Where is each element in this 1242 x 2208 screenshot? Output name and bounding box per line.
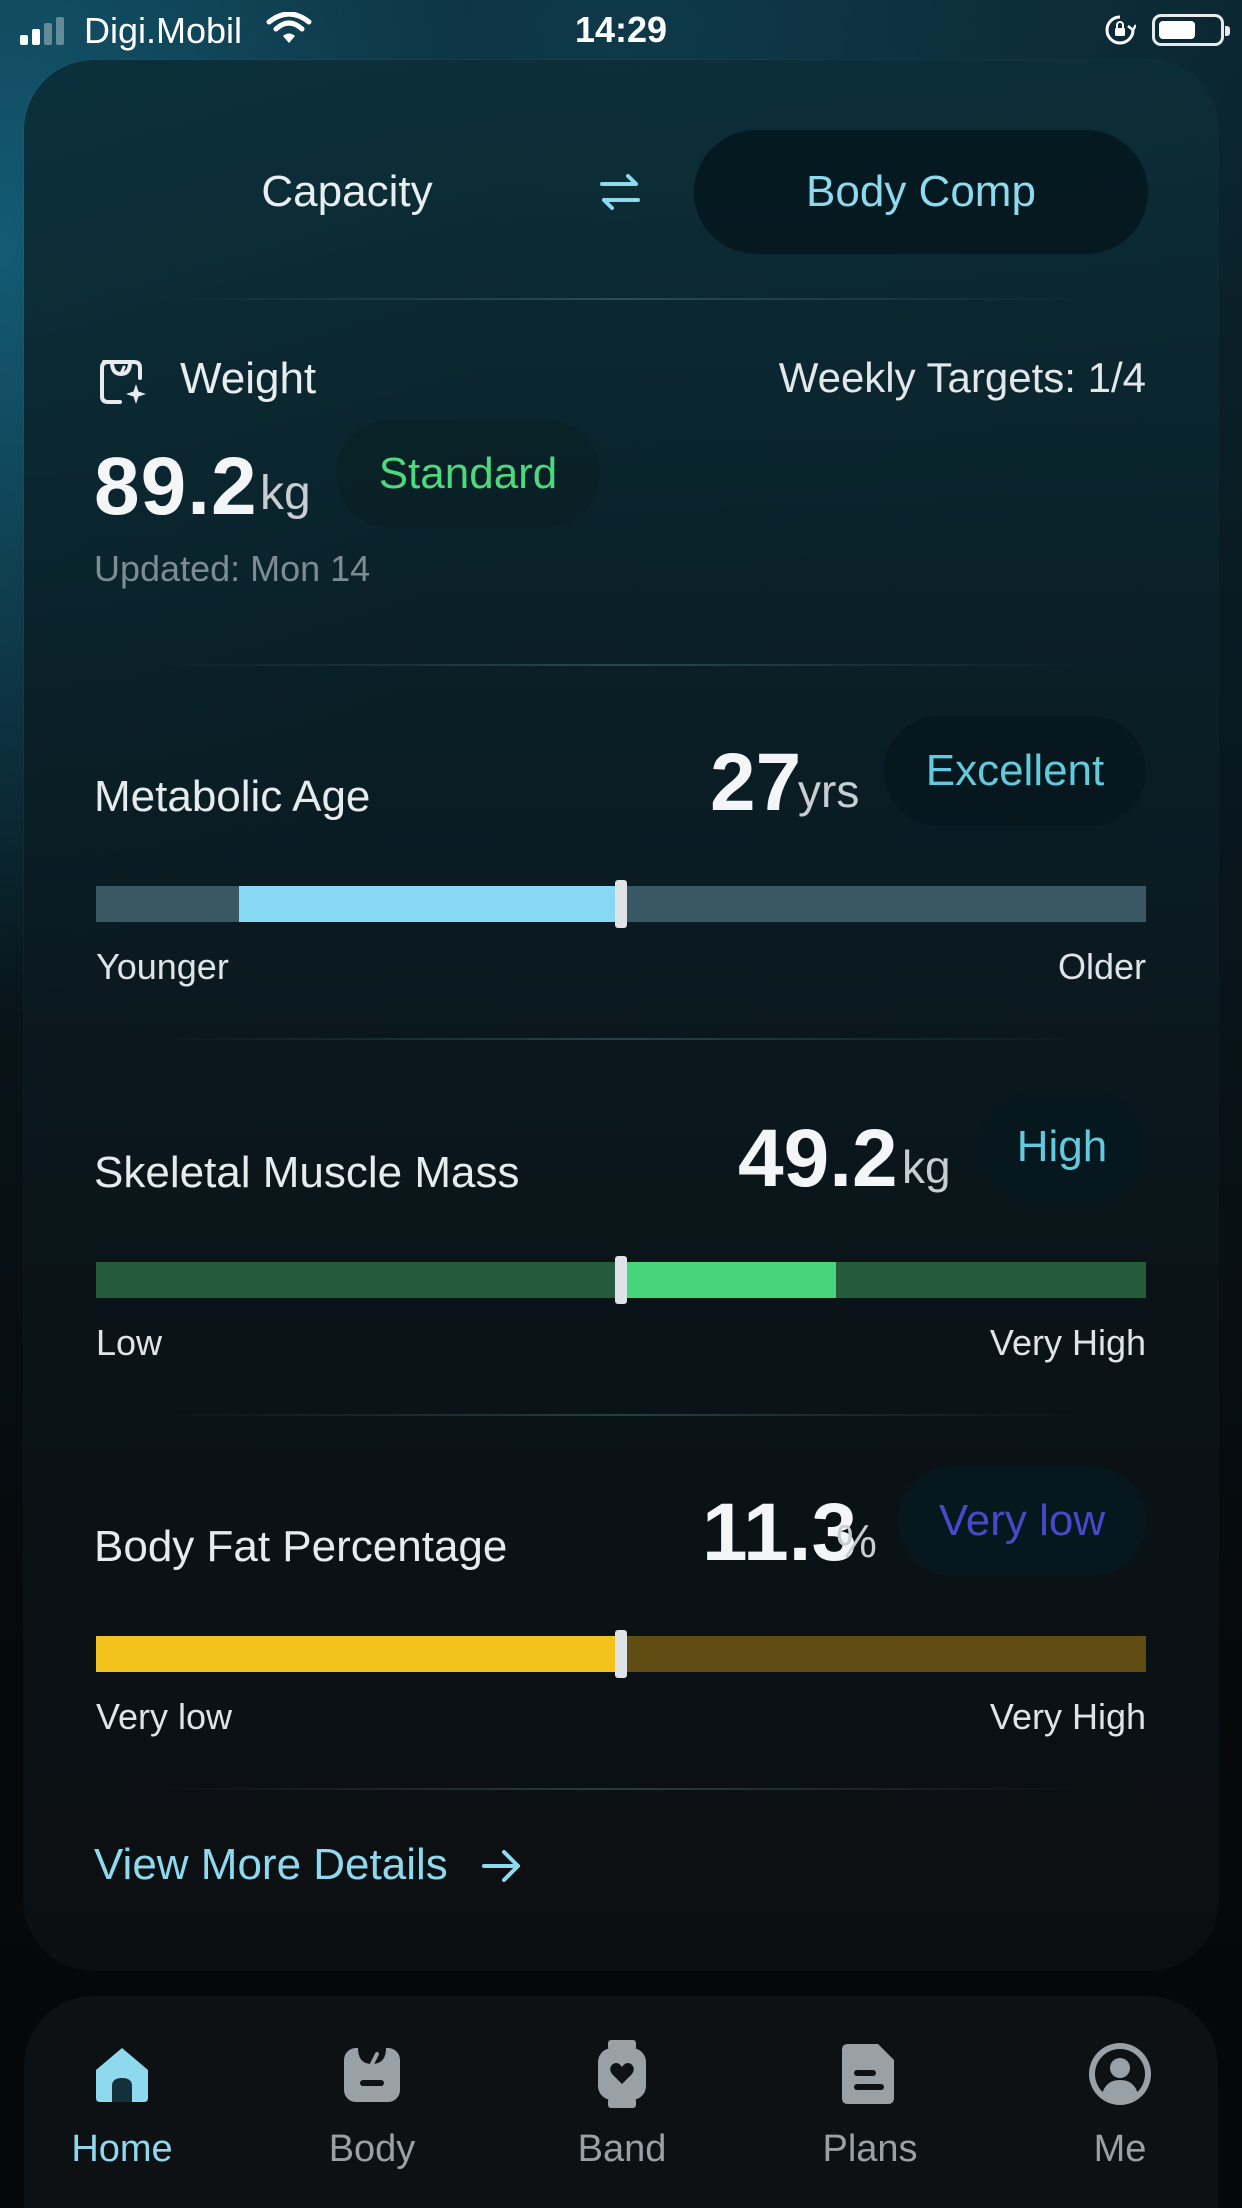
swap-arrows-icon[interactable] [596, 168, 644, 216]
battery-icon [1152, 14, 1230, 46]
metabolic-age-low-label: Younger [96, 946, 229, 987]
rotation-lock-icon [1105, 15, 1136, 45]
status-bar: Digi.Mobil 14:29 [0, 0, 1242, 60]
tab-capacity[interactable]: Capacity [124, 130, 570, 254]
weight-value: 89.2 [94, 441, 258, 532]
skeletal-muscle-bar-fill [621, 1262, 836, 1298]
nav-home[interactable]: Home [32, 1996, 212, 2208]
skeletal-muscle-label: Skeletal Muscle Mass [94, 1148, 520, 1197]
nav-band[interactable]: Band [532, 1996, 712, 2208]
metabolic-age-high-label: Older [1057, 946, 1146, 987]
divider [154, 1414, 1088, 1416]
home-icon [96, 2048, 148, 2102]
metabolic-age-bar-fill [239, 886, 621, 922]
band-watch-icon [598, 2040, 646, 2108]
skeletal-muscle-marker [615, 1256, 627, 1304]
body-fat-unit: % [836, 1515, 877, 1567]
metabolic-age-badge: Excellent [884, 716, 1146, 826]
metabolic-age-bar [96, 880, 1146, 928]
metabolic-age-marker [615, 880, 627, 928]
weight-status-badge: Standard [336, 420, 600, 528]
plans-document-icon [842, 2044, 894, 2104]
weekly-targets[interactable]: Weekly Targets: 1/4 [779, 354, 1146, 402]
bottom-tab-bar: Home Body Band Plans Me [24, 1996, 1218, 2208]
body-fat-marker [615, 1630, 627, 1678]
skeletal-muscle-high-label: Very High [989, 1322, 1146, 1363]
tab-body-comp[interactable]: Body Comp [694, 130, 1148, 254]
body-fat-label: Body Fat Percentage [94, 1522, 508, 1571]
body-fat-high-label: Very High [989, 1696, 1146, 1737]
nav-plans-label: Plans [822, 2128, 918, 2170]
weight-updated: Updated: Mon 14 [94, 548, 371, 589]
body-fat-bar [96, 1630, 1146, 1678]
weight-unit: kg [260, 467, 311, 520]
nav-me[interactable]: Me [1030, 1996, 1210, 2208]
mode-switch: Capacity Body Comp [24, 130, 1218, 254]
nav-band-label: Band [577, 2128, 667, 2170]
arrow-right-icon[interactable] [480, 1846, 524, 1886]
body-comp-card: Capacity Body Comp Weight Weekly Targets… [24, 60, 1218, 1970]
app-screen: Digi.Mobil 14:29 Capacity Body Comp Weig… [0, 0, 1242, 2208]
skeletal-muscle-unit: kg [902, 1141, 951, 1193]
skeletal-muscle-bar [96, 1256, 1146, 1304]
nav-body-label: Body [328, 2128, 416, 2170]
nav-body[interactable]: Body [282, 1996, 462, 2208]
nav-plans[interactable]: Plans [780, 1996, 960, 2208]
metabolic-age-label: Metabolic Age [94, 772, 371, 821]
skeletal-muscle-low-label: Low [96, 1322, 163, 1363]
nav-home-label: Home [71, 2128, 173, 2170]
body-fat-badge: Very low [898, 1466, 1146, 1576]
status-time: 14:29 [574, 9, 668, 50]
profile-icon [1089, 2043, 1151, 2105]
metabolic-age-value: 27 [710, 737, 802, 828]
body-scale-icon [344, 2048, 400, 2102]
body-fat-value: 11.3 [702, 1487, 858, 1578]
body-fat-low-label: Very low [96, 1696, 233, 1737]
nav-me-label: Me [1093, 2128, 1147, 2170]
metabolic-age-unit: yrs [798, 765, 860, 817]
weight-title: Weight [180, 354, 317, 403]
divider [154, 298, 1088, 300]
view-more-details-link[interactable]: View More Details [94, 1840, 448, 1890]
divider [154, 664, 1088, 666]
scale-sparkle-icon [100, 360, 146, 404]
body-fat-bar-fill [96, 1636, 621, 1672]
skeletal-muscle-value: 49.2 [738, 1113, 898, 1204]
divider [154, 1038, 1088, 1040]
skeletal-muscle-badge: High [978, 1092, 1146, 1202]
divider [154, 1788, 1088, 1790]
